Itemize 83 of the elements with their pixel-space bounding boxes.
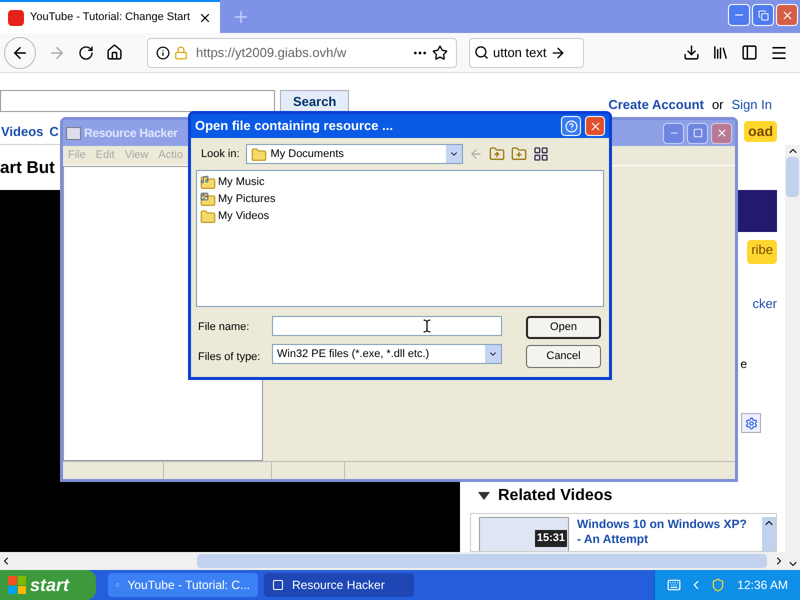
window-title: Resource Hacker [84, 125, 178, 142]
close-icon [780, 8, 794, 22]
nav-link[interactable]: Videos [1, 122, 44, 142]
minimize-button[interactable] [663, 122, 684, 144]
horizontal-scrollbar[interactable] [0, 552, 785, 570]
side-text: e [740, 356, 747, 371]
look-in-label: Look in: [201, 146, 240, 162]
list-scrollbar[interactable] [762, 517, 776, 551]
dialog-button[interactable]: Open [526, 316, 601, 339]
or-text: or [712, 96, 724, 114]
search-text: utton text [493, 44, 546, 62]
subscribe-button[interactable]: ribe [747, 240, 777, 264]
look-in-dropdown[interactable]: My Documents [246, 144, 463, 164]
close-button[interactable] [711, 122, 732, 144]
new-folder-icon[interactable] [510, 146, 527, 162]
sidebar-icon[interactable] [741, 44, 758, 61]
picture-icon [200, 192, 209, 201]
tab-title: YouTube - Tutorial: Change Start [30, 10, 190, 26]
bookmark-star-icon[interactable] [432, 44, 448, 60]
help-button[interactable] [561, 116, 581, 136]
upload-button[interactable]: oad [744, 121, 777, 142]
nav-link[interactable]: C [49, 122, 59, 142]
url-text: https://yt2009.giabs.ovh/w [196, 44, 346, 62]
folder-item[interactable]: My Pictures [200, 191, 276, 207]
clock: 12:36 AM [737, 577, 788, 594]
dialog-title: Open file containing resource ... [195, 117, 394, 136]
back-button[interactable] [4, 36, 36, 68]
close-icon [588, 120, 602, 132]
folder-icon [200, 209, 216, 225]
maximize-icon [692, 128, 702, 138]
create-account-link[interactable]: Create Account [608, 95, 704, 114]
home-icon[interactable] [106, 44, 123, 61]
taskbar-button[interactable]: YouTube - Tutorial: C... [108, 573, 258, 597]
video-thumbnail[interactable]: 15:31 [479, 517, 569, 551]
address-bar[interactable]: https://yt2009.giabs.ovh/w [147, 38, 457, 68]
info-icon [156, 46, 170, 60]
start-button[interactable]: start [0, 570, 96, 600]
channel-banner [737, 190, 777, 232]
help-icon [564, 120, 578, 132]
restore-button[interactable] [752, 4, 774, 26]
dialog-button[interactable]: Cancel [526, 345, 601, 368]
file-name-field[interactable] [272, 316, 502, 336]
file-name-label: File name: [198, 320, 250, 335]
related-video-title[interactable]: Windows 10 on Windows XP? - An Attempt [577, 517, 747, 551]
view-menu-icon[interactable] [532, 146, 549, 162]
file-type-label: Files of type: [198, 350, 262, 365]
video-title: art But [0, 156, 55, 179]
library-icon[interactable] [712, 44, 729, 61]
reload-icon[interactable] [78, 44, 94, 60]
browser-tab[interactable]: YouTube - Tutorial: Change Start [0, 0, 220, 33]
restore-icon [758, 10, 768, 20]
download-icon[interactable] [683, 44, 700, 61]
file-type-dropdown[interactable]: Win32 PE files (*.exe, *.dll etc.) [272, 344, 502, 364]
scroll-thumb[interactable] [786, 157, 799, 197]
close-icon [716, 127, 728, 139]
window-icon [272, 579, 284, 591]
keyboard-icon[interactable] [667, 578, 682, 592]
related-videos-heading: Related Videos [498, 486, 612, 506]
sign-in-link[interactable]: Sign In [732, 95, 772, 114]
search-field[interactable]: utton text [469, 38, 584, 68]
dropdown-button[interactable] [446, 145, 462, 163]
folder-item[interactable]: My Videos [200, 208, 270, 224]
taskbar-button[interactable]: Resource Hacker [264, 573, 414, 597]
shield-icon[interactable] [711, 578, 726, 592]
video-site-icon [8, 10, 24, 26]
channel-link[interactable]: cker [752, 294, 777, 310]
up-folder-icon[interactable] [488, 146, 505, 162]
collapse-triangle-icon[interactable] [478, 492, 490, 500]
search-icon [474, 45, 489, 60]
vertical-scrollbar[interactable] [785, 145, 800, 570]
music-note-icon [200, 175, 209, 184]
scroll-thumb[interactable] [197, 554, 767, 568]
duration-badge: 15:31 [534, 530, 567, 546]
folder-icon [250, 147, 267, 163]
lock-icon [174, 46, 188, 60]
site-search-field[interactable] [0, 90, 275, 112]
windows-logo-icon [8, 576, 26, 594]
app-icon [66, 126, 81, 140]
folder-icon [200, 175, 216, 191]
maximize-button[interactable] [687, 122, 708, 144]
folder-item[interactable]: My Music [200, 174, 264, 190]
settings-button[interactable] [741, 413, 761, 433]
gear-icon [744, 416, 758, 430]
